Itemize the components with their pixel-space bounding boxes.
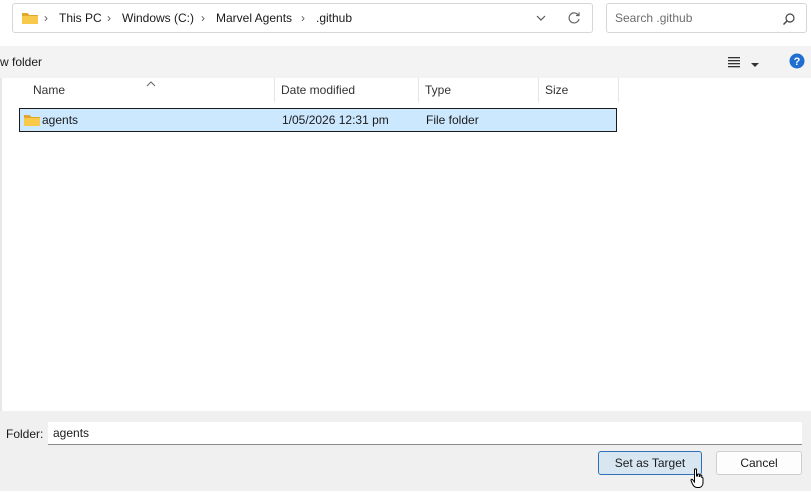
breadcrumb-github[interactable]: .github bbox=[316, 4, 352, 32]
sort-up-icon bbox=[146, 76, 156, 87]
chevron-right-icon[interactable]: › bbox=[201, 4, 205, 32]
set-as-target-button[interactable]: Set as Target bbox=[598, 451, 702, 475]
refresh-icon[interactable] bbox=[567, 11, 581, 25]
column-divider[interactable] bbox=[274, 78, 275, 102]
folder-icon bbox=[23, 112, 41, 128]
row-type: File folder bbox=[426, 113, 479, 127]
search-input[interactable] bbox=[607, 4, 785, 32]
column-header-date-modified[interactable]: Date modified bbox=[281, 78, 355, 102]
search-box[interactable] bbox=[606, 3, 807, 33]
folder-icon bbox=[21, 10, 39, 26]
navigation-bar: › This PC › Windows (C:) › Marvel Agents… bbox=[0, 0, 811, 46]
file-list: Name Date modified Type Size agents 1/05… bbox=[0, 78, 811, 411]
breadcrumb-this-pc[interactable]: This PC bbox=[59, 4, 102, 32]
new-folder-button[interactable]: w folder bbox=[0, 46, 42, 78]
address-bar[interactable]: › This PC › Windows (C:) › Marvel Agents… bbox=[12, 3, 593, 33]
cancel-button[interactable]: Cancel bbox=[716, 451, 802, 475]
column-header-type[interactable]: Type bbox=[425, 78, 451, 102]
column-header-name[interactable]: Name bbox=[33, 78, 65, 102]
chevron-right-icon[interactable]: › bbox=[301, 4, 305, 32]
column-divider[interactable] bbox=[618, 78, 619, 102]
column-divider[interactable] bbox=[418, 78, 419, 102]
chevron-down-icon[interactable] bbox=[750, 58, 760, 67]
row-date-modified: 1/05/2026 12:31 pm bbox=[282, 113, 389, 127]
search-icon[interactable] bbox=[782, 12, 796, 26]
breadcrumb-marvel-agents[interactable]: Marvel Agents bbox=[216, 4, 292, 32]
chevron-right-icon[interactable]: › bbox=[44, 4, 48, 32]
view-list-icon[interactable] bbox=[727, 56, 741, 68]
dialog-footer: Folder: Set as Target Cancel bbox=[0, 411, 811, 491]
column-header-size[interactable]: Size bbox=[545, 78, 568, 102]
breadcrumb-windows-c[interactable]: Windows (C:) bbox=[122, 4, 194, 32]
chevron-down-icon[interactable] bbox=[535, 12, 547, 24]
folder-name-input[interactable] bbox=[48, 422, 802, 445]
folder-label: Folder: bbox=[6, 427, 44, 441]
table-row[interactable]: agents 1/05/2026 12:31 pm File folder bbox=[19, 108, 617, 132]
mouse-cursor-icon bbox=[690, 468, 704, 489]
help-icon[interactable]: ? bbox=[789, 53, 805, 69]
command-bar: w folder ? bbox=[0, 46, 811, 78]
row-name[interactable]: agents bbox=[42, 109, 78, 131]
svg-text:?: ? bbox=[794, 56, 801, 68]
chevron-right-icon[interactable]: › bbox=[107, 4, 111, 32]
column-divider[interactable] bbox=[538, 78, 539, 102]
